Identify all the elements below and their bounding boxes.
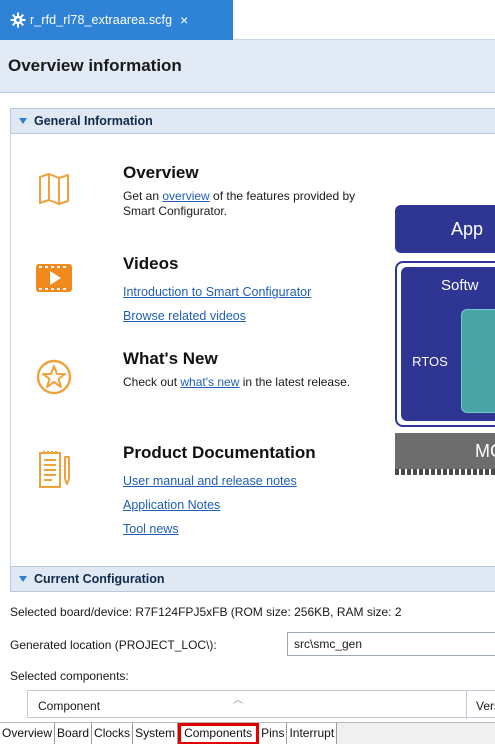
column-header-component[interactable]: Component bbox=[38, 699, 100, 713]
editor-tabstrip: r_rfd_rl78_extraarea.scfg × bbox=[0, 0, 495, 40]
sort-caret-icon: ︿ bbox=[233, 695, 243, 706]
column-separator[interactable] bbox=[466, 691, 467, 719]
diagram-software-block: Softw RTOS bbox=[401, 267, 495, 421]
browse-videos-link[interactable]: Browse related videos bbox=[123, 304, 383, 328]
video-icon bbox=[36, 264, 72, 292]
diagram-rtos-block: RTOS bbox=[403, 309, 457, 413]
videos-heading: Videos bbox=[123, 254, 179, 273]
column-header-version[interactable]: Version bbox=[476, 699, 495, 713]
architecture-diagram: App Softw RTOS MC bbox=[395, 205, 495, 525]
application-notes-link[interactable]: Application Notes bbox=[123, 493, 383, 517]
user-manual-link[interactable]: User manual and release notes bbox=[123, 469, 383, 493]
whats-new-heading: What's New bbox=[123, 349, 218, 368]
map-icon bbox=[39, 173, 69, 205]
overview-description: Get an overview of the features provided… bbox=[123, 189, 363, 219]
overview-heading: Overview bbox=[123, 163, 199, 182]
collapse-arrow-icon bbox=[19, 118, 27, 124]
section-label-general: General Information bbox=[34, 114, 153, 128]
whats-new-link[interactable]: what's new bbox=[180, 375, 239, 389]
tab-board[interactable]: Board bbox=[55, 723, 93, 744]
section-label-current-config: Current Configuration bbox=[34, 572, 165, 586]
star-icon bbox=[36, 359, 72, 395]
selected-components-label: Selected components: bbox=[10, 669, 129, 683]
diagram-rtos-label: RTOS bbox=[412, 353, 448, 369]
tab-system[interactable]: System bbox=[133, 723, 179, 744]
whats-new-description: Check out what's new in the latest relea… bbox=[123, 375, 363, 390]
overview-link[interactable]: overview bbox=[162, 189, 209, 203]
diagram-middleware-block bbox=[461, 309, 495, 413]
product-documentation-heading: Product Documentation bbox=[123, 443, 316, 462]
page-title: Overview information bbox=[8, 56, 182, 75]
tab-interrupt[interactable]: Interrupt bbox=[287, 723, 338, 744]
diagram-app-label: App bbox=[451, 218, 484, 239]
collapse-arrow-icon bbox=[19, 576, 27, 582]
whats-new-desc-post: in the latest release. bbox=[239, 375, 351, 389]
diagram-software-label: Softw bbox=[441, 277, 479, 294]
tab-components[interactable]: Components bbox=[178, 723, 260, 744]
tab-overview[interactable]: Overview bbox=[0, 723, 56, 744]
diagram-app-block: App bbox=[395, 205, 495, 253]
diagram-mcu-pins bbox=[395, 469, 495, 475]
tab-pins[interactable]: Pins bbox=[259, 723, 288, 744]
document-icon bbox=[39, 451, 70, 488]
components-table-header: Component ︿ Version bbox=[27, 690, 495, 719]
whats-new-desc-pre: Check out bbox=[123, 375, 181, 389]
intro-video-link[interactable]: Introduction to Smart Configurator bbox=[123, 280, 383, 304]
bottom-tab-bar: Overview Board Clocks System Components … bbox=[0, 722, 495, 744]
diagram-mcu-block: MC bbox=[395, 433, 495, 469]
current-configuration-section-toggle[interactable]: Current Configuration bbox=[10, 566, 495, 592]
close-icon[interactable]: × bbox=[180, 13, 188, 27]
board-device-info: Selected board/device: R7F124FPJ5xFB (RO… bbox=[10, 605, 402, 619]
generated-location-label: Generated location (PROJECT_LOC\): bbox=[10, 638, 217, 652]
editor-tab[interactable]: r_rfd_rl78_extraarea.scfg × bbox=[0, 0, 233, 40]
diagram-mcu-label: MC bbox=[475, 440, 495, 461]
generated-location-field[interactable]: src\smc_gen bbox=[287, 632, 495, 656]
gear-icon bbox=[10, 12, 26, 28]
overview-desc-pre: Get an bbox=[123, 189, 163, 203]
diagram-software-frame: Softw RTOS bbox=[395, 261, 495, 427]
tool-news-link[interactable]: Tool news bbox=[123, 517, 383, 541]
general-information-section-toggle[interactable]: General Information bbox=[10, 108, 495, 134]
overview-header: Overview information bbox=[0, 40, 495, 93]
editor-tab-filename: r_rfd_rl78_extraarea.scfg bbox=[30, 13, 173, 27]
tab-clocks[interactable]: Clocks bbox=[92, 723, 134, 744]
